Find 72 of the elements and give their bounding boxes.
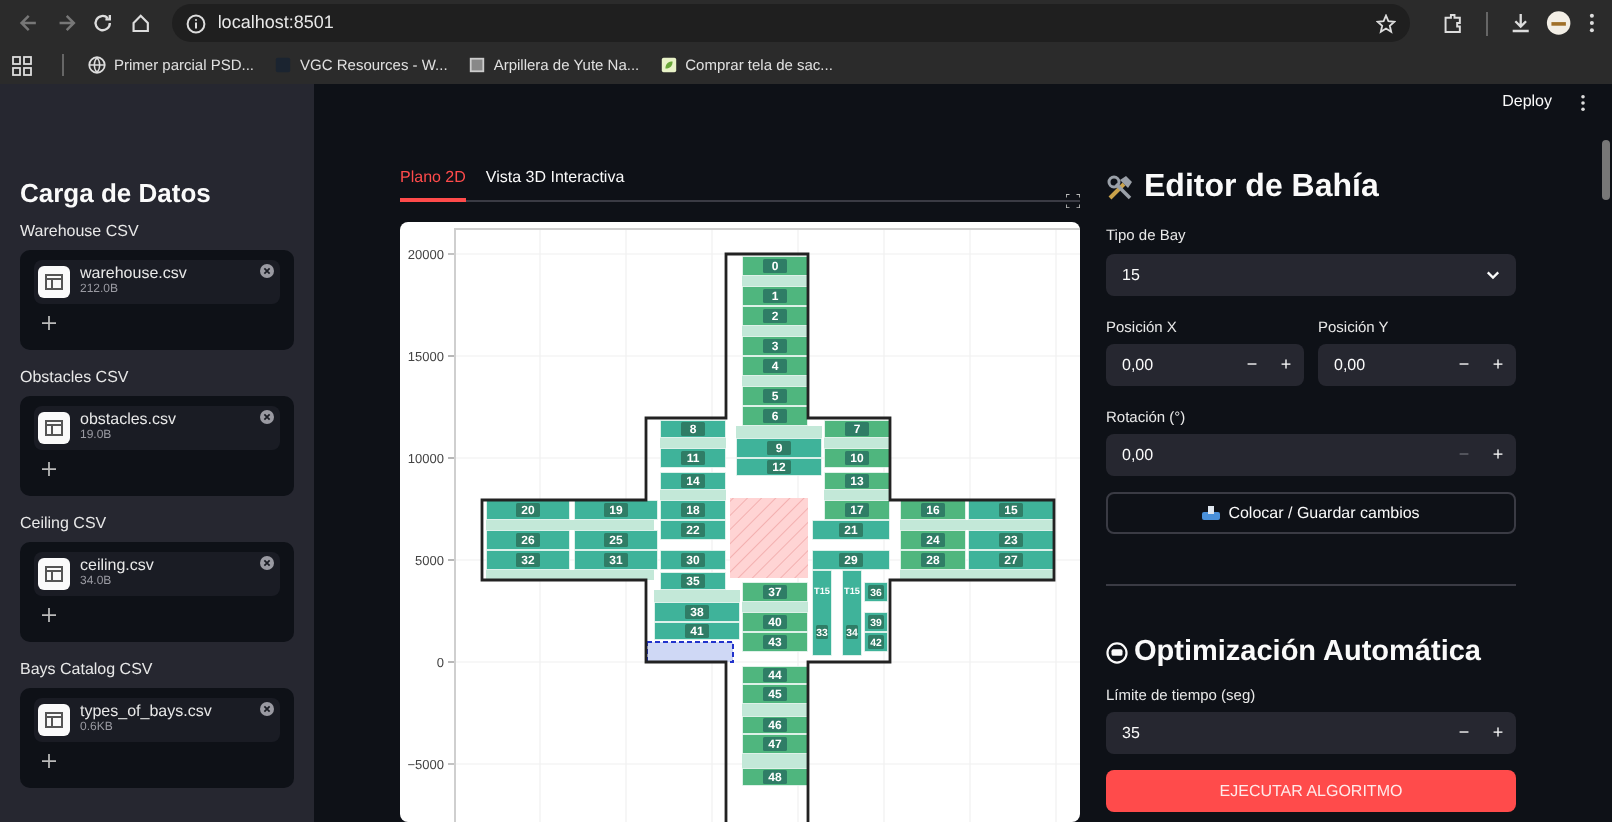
uploader-label: Bays Catalog CSV bbox=[20, 660, 155, 680]
uploader-label: Ceiling CSV bbox=[20, 514, 109, 534]
extension-icon[interactable] bbox=[1442, 12, 1464, 34]
remove-icon[interactable] bbox=[260, 702, 274, 716]
aisle-band bbox=[742, 754, 808, 768]
table-icon bbox=[38, 412, 70, 444]
forward-icon[interactable] bbox=[55, 12, 77, 34]
decrement-button[interactable]: − bbox=[1236, 351, 1268, 379]
aisle-band bbox=[660, 490, 726, 500]
uploader-label: Warehouse CSV bbox=[20, 222, 141, 242]
tray-icon bbox=[1202, 506, 1221, 520]
number-input[interactable]: 0,00 bbox=[1318, 353, 1448, 377]
deploy-button[interactable]: Deploy bbox=[1502, 90, 1552, 114]
file-name: ceiling.csv bbox=[80, 556, 156, 574]
file-name: types_of_bays.csv bbox=[80, 702, 214, 720]
robot-icon bbox=[1106, 641, 1128, 663]
sidebar-title: Carga de Datos bbox=[20, 178, 213, 210]
uploader-label: Obstacles CSV bbox=[20, 368, 131, 388]
download-icon[interactable] bbox=[1509, 12, 1531, 34]
increment-button[interactable]: + bbox=[1268, 351, 1304, 379]
aisle-band bbox=[742, 376, 808, 386]
section-title: Editor de Bahía bbox=[1144, 168, 1379, 208]
tab[interactable]: Vista 3D Interactiva bbox=[485, 166, 625, 202]
increment-button[interactable]: + bbox=[1480, 441, 1516, 469]
chevron-down-icon bbox=[1486, 270, 1500, 280]
number-input[interactable]: 35 bbox=[1106, 721, 1448, 745]
remove-icon[interactable] bbox=[260, 264, 274, 278]
file-name: obstacles.csv bbox=[80, 410, 179, 428]
leaf-icon bbox=[659, 56, 678, 74]
number-input[interactable]: 0,00 bbox=[1106, 353, 1236, 377]
home-icon[interactable] bbox=[130, 12, 152, 34]
table-icon bbox=[38, 704, 70, 736]
decrement-button[interactable]: − bbox=[1448, 719, 1480, 747]
avatar-icon[interactable] bbox=[1546, 10, 1573, 36]
scrollbar-thumb[interactable] bbox=[1602, 140, 1610, 200]
remove-icon[interactable] bbox=[260, 556, 274, 570]
address-bar[interactable]: localhost:8501 bbox=[171, 4, 1411, 42]
url-text: localhost:8501 bbox=[217, 9, 336, 36]
add-icon[interactable] bbox=[42, 608, 56, 622]
menu-icon[interactable] bbox=[1588, 12, 1596, 34]
selection-outline[interactable] bbox=[646, 641, 734, 663]
save-button[interactable]: Colocar / Guardar cambios bbox=[1106, 492, 1516, 534]
apps-icon[interactable] bbox=[12, 55, 32, 75]
globe-icon bbox=[88, 56, 106, 74]
table-icon bbox=[38, 558, 70, 590]
tools-icon bbox=[1106, 174, 1134, 202]
fullscreen-icon[interactable] bbox=[1066, 194, 1080, 208]
obstacle-area bbox=[730, 498, 808, 578]
add-icon[interactable] bbox=[42, 316, 56, 330]
aisle-band bbox=[742, 704, 808, 716]
increment-button[interactable]: + bbox=[1480, 719, 1516, 747]
file-name: warehouse.csv bbox=[80, 264, 189, 282]
aisle-band bbox=[742, 276, 808, 286]
section-title: Optimización Automática bbox=[1134, 634, 1481, 672]
table-icon bbox=[38, 266, 70, 298]
add-icon[interactable] bbox=[42, 462, 56, 476]
aisle-band bbox=[824, 490, 890, 500]
back-icon[interactable] bbox=[18, 12, 40, 34]
aisle-band bbox=[660, 438, 726, 448]
aisle-band bbox=[742, 326, 808, 336]
increment-button[interactable]: + bbox=[1480, 351, 1516, 379]
info-icon[interactable] bbox=[185, 13, 206, 33]
tab[interactable]: Plano 2D bbox=[400, 166, 466, 202]
reload-icon[interactable] bbox=[92, 12, 115, 34]
add-icon[interactable] bbox=[42, 754, 56, 768]
image-icon bbox=[467, 56, 486, 74]
number-input[interactable]: 0,00 bbox=[1106, 443, 1448, 467]
decrement-button[interactable]: − bbox=[1448, 351, 1480, 379]
star-icon[interactable] bbox=[1376, 13, 1397, 33]
more-icon[interactable] bbox=[1580, 93, 1586, 111]
bay-type-select[interactable]: 15 bbox=[1106, 254, 1516, 296]
remove-icon[interactable] bbox=[260, 410, 274, 424]
